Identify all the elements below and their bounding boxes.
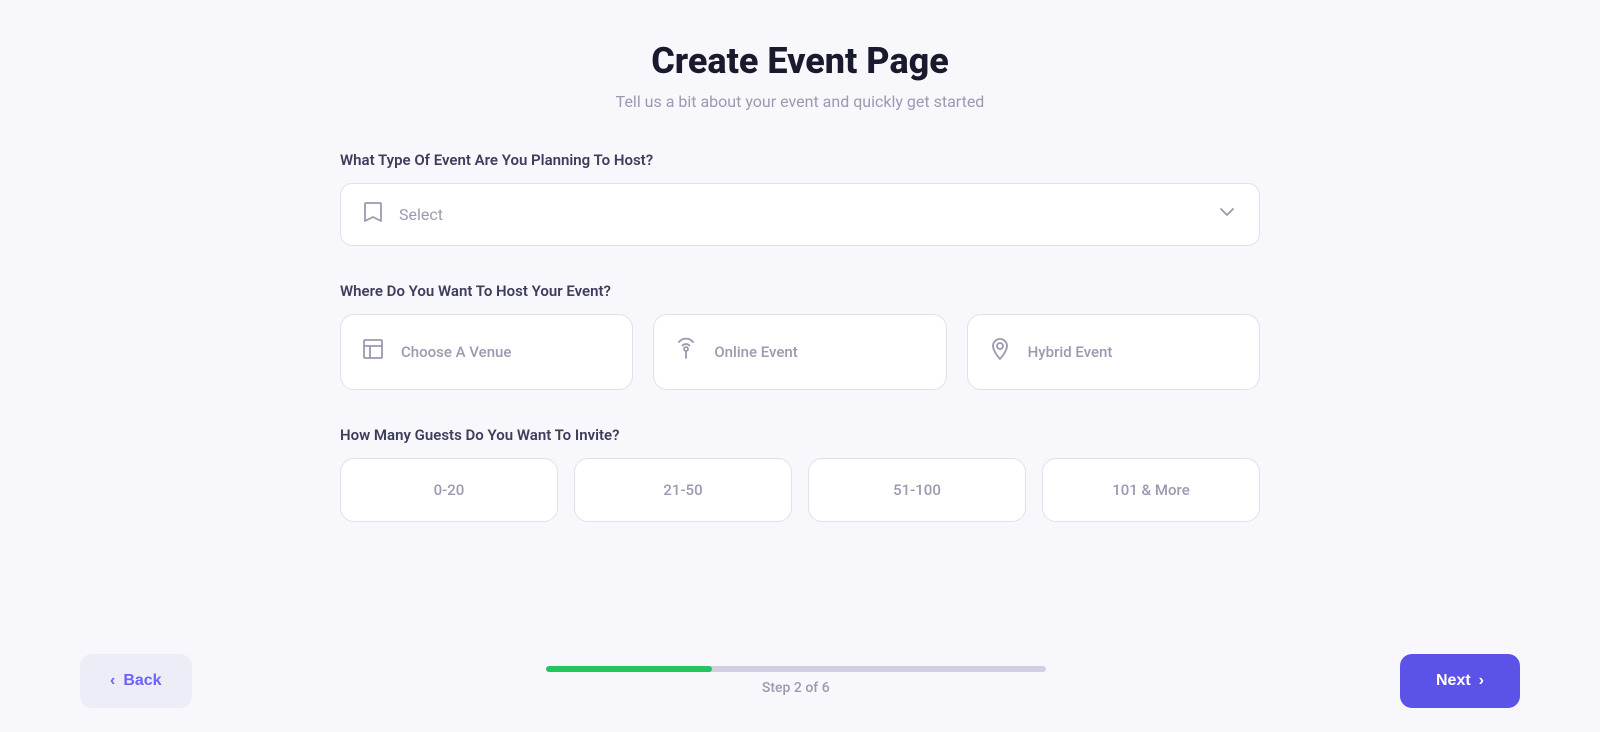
- guest-option-0-20-label: 0-20: [434, 481, 465, 499]
- next-button-label: Next: [1436, 672, 1471, 690]
- back-button-label: Back: [123, 672, 161, 690]
- back-button[interactable]: ‹ Back: [80, 654, 192, 708]
- guest-options-row: 0-20 21-50 51-100 101 & More: [340, 458, 1260, 522]
- guest-option-51-100-label: 51-100: [893, 481, 941, 499]
- venue-options-row: Choose A Venue Online Event: [340, 314, 1260, 390]
- dropdown-placeholder: Select: [399, 205, 443, 224]
- back-chevron-icon: ‹: [110, 672, 115, 690]
- progress-bar-fill: [546, 666, 713, 672]
- event-type-dropdown[interactable]: Select: [340, 183, 1260, 246]
- event-type-section: What Type Of Event Are You Planning To H…: [340, 151, 1260, 246]
- online-option[interactable]: Online Event: [653, 314, 946, 390]
- guest-option-101-more[interactable]: 101 & More: [1042, 458, 1260, 522]
- hybrid-option[interactable]: Hybrid Event: [967, 314, 1260, 390]
- host-location-label: Where Do You Want To Host Your Event?: [340, 282, 1260, 300]
- guest-option-101-more-label: 101 & More: [1112, 481, 1189, 499]
- building-icon: [361, 337, 385, 367]
- online-option-label: Online Event: [714, 343, 797, 361]
- guest-option-51-100[interactable]: 51-100: [808, 458, 1026, 522]
- hybrid-option-label: Hybrid Event: [1028, 343, 1113, 361]
- page-title: Create Event Page: [616, 40, 985, 82]
- guest-count-section: How Many Guests Do You Want To Invite? 0…: [340, 426, 1260, 522]
- footer: ‹ Back Step 2 of 6 Next ›: [0, 634, 1600, 732]
- chevron-down-icon: [1215, 200, 1239, 229]
- event-type-label: What Type Of Event Are You Planning To H…: [340, 151, 1260, 169]
- progress-bar-background: [546, 666, 1046, 672]
- host-location-section: Where Do You Want To Host Your Event? Ch…: [340, 282, 1260, 390]
- location-icon: [988, 337, 1012, 367]
- guest-count-label: How Many Guests Do You Want To Invite?: [340, 426, 1260, 444]
- page-subtitle: Tell us a bit about your event and quick…: [616, 92, 985, 111]
- wifi-icon: [674, 337, 698, 367]
- page-header: Create Event Page Tell us a bit about yo…: [616, 40, 985, 111]
- venue-option-label: Choose A Venue: [401, 343, 511, 361]
- progress-area: Step 2 of 6: [546, 666, 1046, 696]
- bookmark-icon: [361, 200, 385, 229]
- guest-option-21-50-label: 21-50: [663, 481, 702, 499]
- next-chevron-icon: ›: [1479, 672, 1484, 690]
- progress-text: Step 2 of 6: [762, 680, 830, 696]
- guest-option-0-20[interactable]: 0-20: [340, 458, 558, 522]
- guest-option-21-50[interactable]: 21-50: [574, 458, 792, 522]
- next-button[interactable]: Next ›: [1400, 654, 1520, 708]
- venue-option[interactable]: Choose A Venue: [340, 314, 633, 390]
- form-container: What Type Of Event Are You Planning To H…: [340, 151, 1260, 522]
- dropdown-left: Select: [361, 200, 443, 229]
